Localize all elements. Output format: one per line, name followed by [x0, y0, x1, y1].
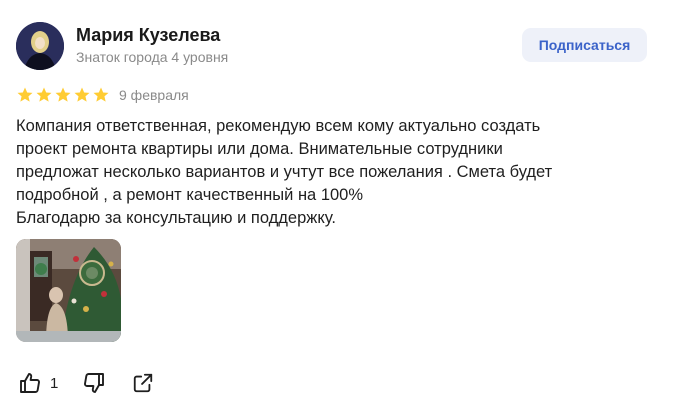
dislike-button[interactable] [82, 371, 106, 395]
star-icon [55, 87, 71, 102]
rating-stars [16, 86, 110, 104]
author-level: Знаток города 4 уровня [76, 49, 229, 65]
review-line: подробной , а ремонт качественный на 100… [16, 186, 364, 204]
review-photo[interactable] [16, 239, 121, 342]
subscribe-button[interactable]: Подписаться [522, 28, 647, 62]
review-line: предложат несколько вариантов и учтут вс… [16, 163, 553, 181]
review-date: 9 февраля [119, 87, 189, 103]
like-button[interactable]: 1 [18, 371, 58, 395]
avatar[interactable] [16, 22, 64, 70]
review-line: Компания ответственная, рекомендую всем … [16, 117, 541, 135]
thumb-down-icon [84, 373, 105, 393]
author-name[interactable]: Мария Кузелева [76, 25, 220, 46]
star-icon [36, 87, 52, 102]
review-actions: 1 [18, 371, 154, 395]
review-line: проект ремонта квартиры или дома. Внимат… [16, 140, 503, 158]
like-count: 1 [50, 374, 59, 392]
review-text: Компания ответственная, рекомендую всем … [16, 115, 656, 230]
share-icon [134, 373, 153, 393]
thumb-up-icon [20, 373, 40, 393]
star-icon [93, 87, 109, 102]
star-icon [17, 87, 33, 102]
star-icon [74, 87, 90, 102]
review-line: Благодарю за консультацию и поддержку. [16, 209, 336, 227]
share-button[interactable] [132, 372, 154, 394]
